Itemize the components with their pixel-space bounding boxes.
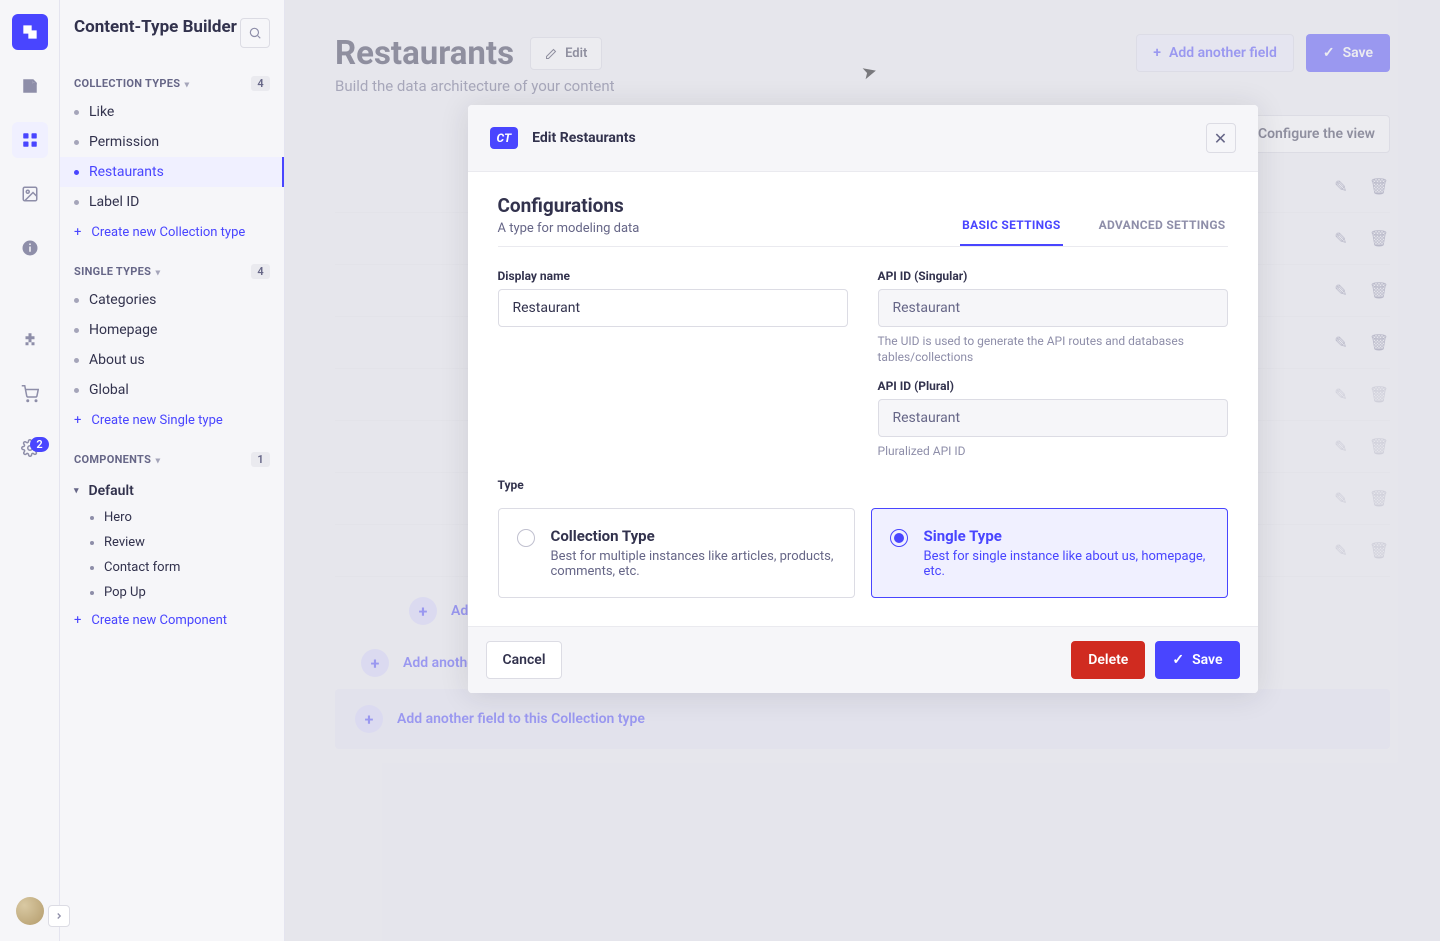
sidebar: Content-Type Builder Collection Types▸ 4… [60,0,285,941]
sidebar-item-categories[interactable]: Categories [60,285,284,315]
sidebar-item-homepage[interactable]: Homepage [60,315,284,345]
config-subtitle: A type for modeling data [498,217,640,246]
search-icon[interactable] [240,18,270,48]
component-group-default[interactable]: ▾Default [60,473,284,505]
sidebar-item-label-id[interactable]: Label ID [60,187,284,217]
tab-advanced-settings[interactable]: Advanced Settings [1097,218,1228,246]
collapse-nav-icon[interactable] [48,905,70,927]
create-single-type[interactable]: +Create new Single type [60,405,284,436]
sidebar-item-global[interactable]: Global [60,375,284,405]
edit-modal: CT Edit Restaurants ✕ Configurations A t… [468,105,1258,693]
api-plural-input[interactable] [878,399,1228,437]
plus-icon: + [74,613,81,628]
radio-checked-icon [890,529,908,547]
cancel-button[interactable]: Cancel [486,641,563,679]
radio-unchecked-icon [517,529,535,547]
components-header[interactable]: Components▸ 1 [60,436,284,473]
plugins-icon[interactable] [12,322,48,358]
delete-button[interactable]: Delete [1071,641,1145,679]
sidebar-item-like[interactable]: Like [60,97,284,127]
type-single[interactable]: Single Type Best for single instance lik… [871,508,1228,598]
modal-save-button[interactable]: ✓Save [1155,641,1239,679]
create-component[interactable]: +Create new Component [60,605,284,636]
display-name-label: Display name [498,269,848,283]
type-label: Type [498,478,1228,492]
ct-badge: CT [490,127,519,149]
api-singular-help: The UID is used to generate the API rout… [878,327,1228,365]
display-name-input[interactable] [498,289,848,327]
config-title: Configurations [498,194,640,217]
settings-icon[interactable]: 2 [12,430,48,466]
sidebar-item-permission[interactable]: Permission [60,127,284,157]
settings-badge: 2 [30,437,48,452]
plus-icon: + [74,225,81,240]
create-collection-type[interactable]: +Create new Collection type [60,217,284,248]
api-plural-label: API ID (Plural) [878,379,1228,393]
api-singular-input[interactable] [878,289,1228,327]
content-type-builder-icon[interactable] [12,122,48,158]
type-collection[interactable]: Collection Type Best for multiple instan… [498,508,855,598]
component-pop-up[interactable]: Pop Up [60,580,284,605]
sidebar-item-about-us[interactable]: About us [60,345,284,375]
single-types-header[interactable]: Single Types▸ 4 [60,248,284,285]
main-content: Restaurants Edit +Add another field ✓Sav… [285,0,1440,941]
primary-nav: 2 [0,0,60,941]
marketplace-icon[interactable] [12,376,48,412]
close-icon[interactable]: ✕ [1206,123,1236,153]
media-library-icon[interactable] [12,176,48,212]
tab-basic-settings[interactable]: Basic Settings [960,218,1062,246]
app-logo[interactable] [12,14,48,50]
modal-overlay: CT Edit Restaurants ✕ Configurations A t… [285,0,1440,941]
sidebar-title: Content-Type Builder [74,18,237,38]
component-hero[interactable]: Hero [60,505,284,530]
api-plural-help: Pluralized API ID [878,437,1228,459]
api-singular-label: API ID (Singular) [878,269,1228,283]
info-icon[interactable] [12,230,48,266]
content-icon[interactable] [12,68,48,104]
check-icon: ✓ [1172,652,1184,668]
user-avatar[interactable] [16,897,44,925]
plus-icon: + [74,413,81,428]
component-contact-form[interactable]: Contact form [60,555,284,580]
component-review[interactable]: Review [60,530,284,555]
modal-title: Edit Restaurants [532,130,636,146]
sidebar-item-restaurants[interactable]: Restaurants [60,157,284,187]
collection-types-header[interactable]: Collection Types▸ 4 [60,60,284,97]
